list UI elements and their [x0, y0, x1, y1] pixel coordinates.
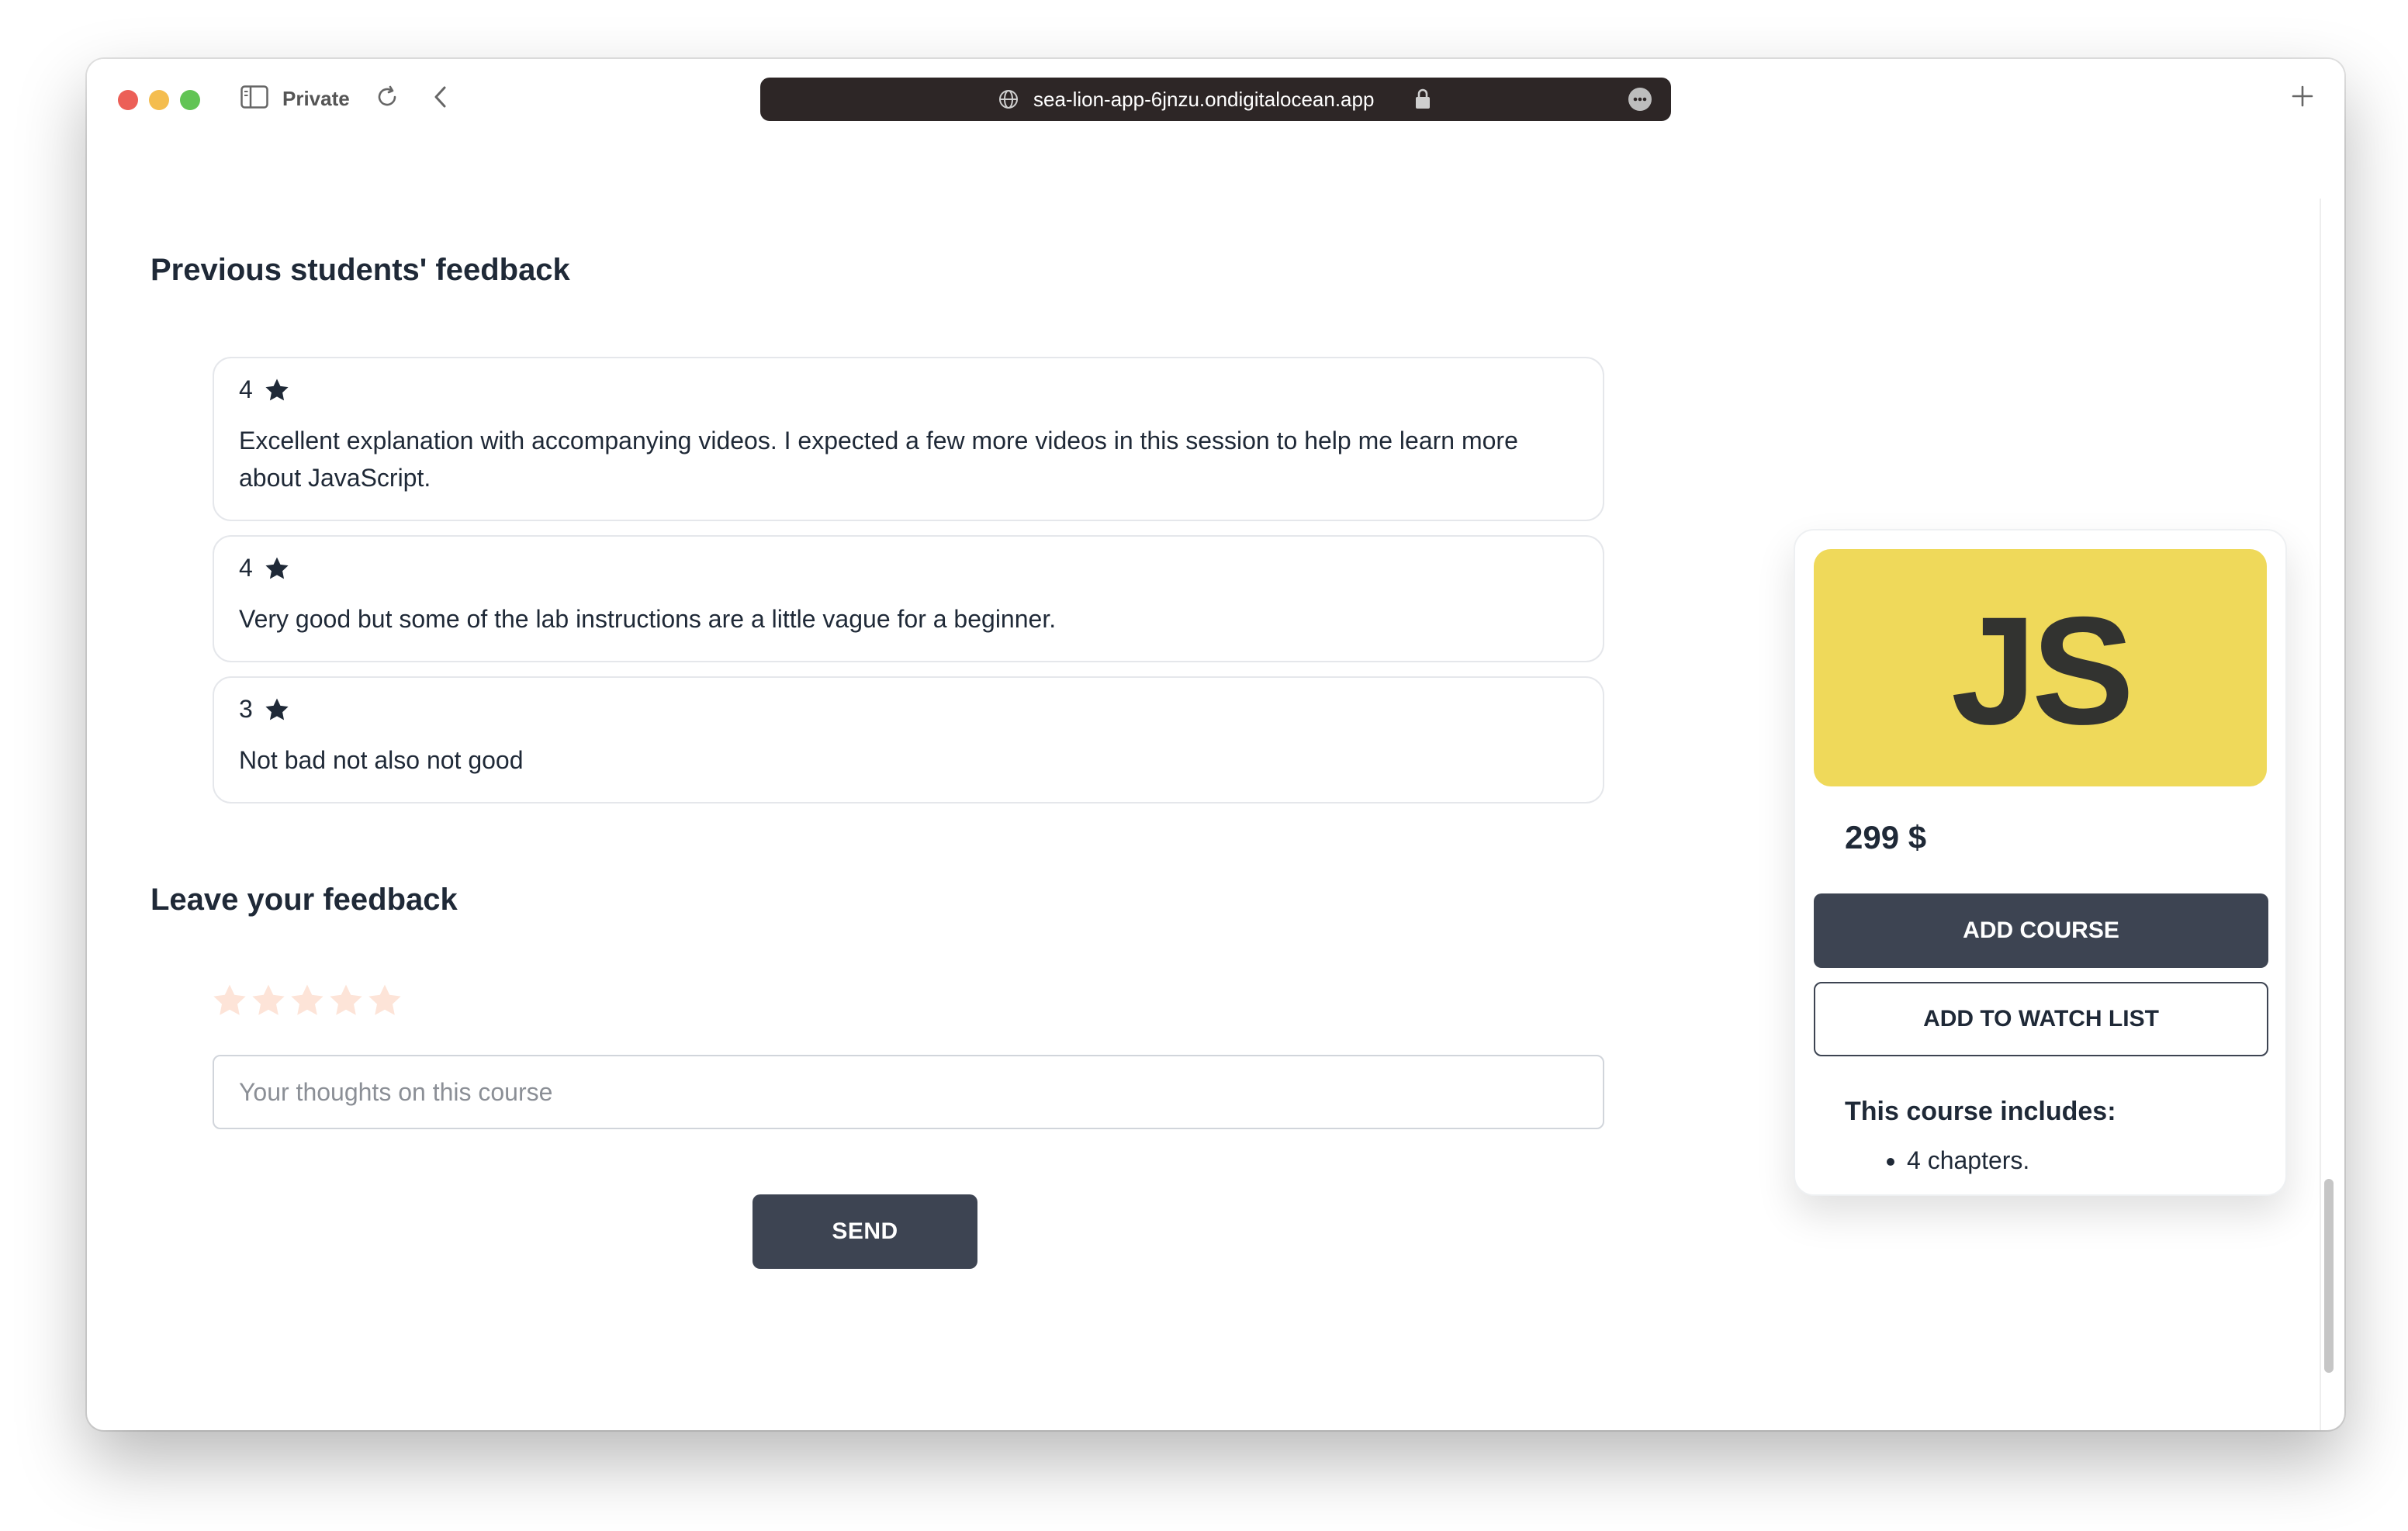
review-rating-value: 4	[239, 375, 253, 403]
rating-star-4-icon[interactable]	[327, 982, 365, 1019]
list-item: 4 chapters.	[1907, 1142, 2029, 1179]
review-text: Not bad not also not good	[239, 746, 524, 774]
page-content: Previous students' feedback 4 Excellent …	[87, 140, 2344, 1430]
star-icon	[265, 698, 289, 720]
review-rating: 4	[239, 375, 290, 404]
new-tab-icon[interactable]	[2287, 81, 2318, 112]
add-to-watch-list-button[interactable]: ADD TO WATCH LIST	[1814, 982, 2268, 1056]
rating-star-3-icon[interactable]	[289, 982, 326, 1019]
course-includes-list: 4 chapters.	[1845, 1142, 2029, 1179]
javascript-logo: JS	[1814, 549, 2267, 786]
globe-icon	[998, 88, 1019, 110]
url-text: sea-lion-app-6jnzu.ondigitalocean.app	[1033, 88, 1375, 111]
review-card: 4 Very good but some of the lab instruct…	[213, 535, 1604, 662]
send-button[interactable]: SEND	[752, 1194, 977, 1269]
rating-star-5-icon[interactable]	[366, 982, 403, 1019]
back-icon[interactable]	[428, 84, 455, 110]
course-includes-title: This course includes:	[1845, 1097, 2116, 1126]
review-rating: 4	[239, 554, 290, 582]
sidebar-toggle-icon[interactable]	[240, 85, 268, 109]
logo-text: JS	[1950, 585, 2134, 756]
course-purchase-card: JS 299 $ ADD COURSE ADD TO WATCH LIST Th…	[1794, 529, 2287, 1196]
rating-star-2-icon[interactable]	[250, 982, 287, 1019]
more-options-icon[interactable]	[1628, 87, 1652, 112]
add-course-button[interactable]: ADD COURSE	[1814, 893, 2268, 968]
review-text: Very good but some of the lab instructio…	[239, 605, 1057, 633]
review-rating-value: 4	[239, 554, 253, 582]
scrollbar-thumb[interactable]	[2324, 1179, 2334, 1373]
course-price: 299 $	[1845, 819, 1927, 855]
rating-star-1-icon[interactable]	[211, 982, 248, 1019]
minimize-window-button[interactable]	[149, 90, 169, 110]
browser-toolbar: Private sea-lion-app-6jnzu.ondigitalocea…	[87, 59, 2344, 140]
feedback-input[interactable]	[213, 1055, 1604, 1129]
reload-icon[interactable]	[374, 84, 400, 110]
review-text: Excellent explanation with accompanying …	[239, 427, 1518, 492]
private-mode-label: Private	[282, 87, 350, 110]
scrollbar-track	[2320, 199, 2321, 1430]
star-icon	[265, 557, 289, 579]
previous-feedback-title: Previous students' feedback	[150, 253, 570, 287]
browser-window: Private sea-lion-app-6jnzu.ondigitalocea…	[87, 59, 2344, 1430]
review-rating-value: 3	[239, 695, 253, 723]
star-icon	[265, 378, 289, 400]
zoom-window-button[interactable]	[180, 90, 200, 110]
address-bar[interactable]: sea-lion-app-6jnzu.ondigitalocean.app	[760, 78, 1671, 121]
review-card: 4 Excellent explanation with accompanyin…	[213, 357, 1604, 521]
leave-feedback-title: Leave your feedback	[150, 883, 458, 917]
review-card: 3 Not bad not also not good	[213, 676, 1604, 804]
review-rating: 3	[239, 695, 290, 724]
lock-icon	[1413, 87, 1432, 110]
close-window-button[interactable]	[118, 90, 138, 110]
star-rating-input[interactable]	[211, 982, 405, 1019]
